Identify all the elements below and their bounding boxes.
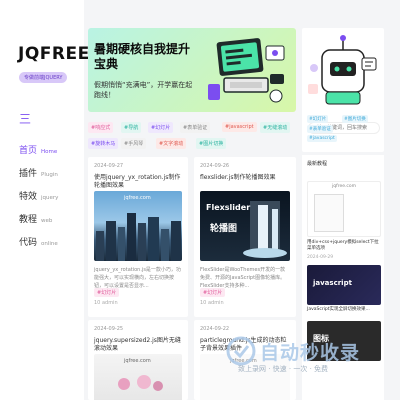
tag-item[interactable]: #javascript xyxy=(222,122,257,132)
card-image-caption: jqfree.com xyxy=(124,195,151,201)
nav-sublabel: jquery xyxy=(41,195,59,201)
nav-item-tutorial[interactable]: 教程 web xyxy=(19,212,58,235)
select-mockup xyxy=(314,194,344,232)
menu-toggle-icon[interactable]: 三 xyxy=(19,110,31,127)
nav-label: 首页 xyxy=(19,146,38,156)
nav-sublabel: Home xyxy=(41,149,58,155)
list-image-caption: javascript xyxy=(313,279,352,287)
card-tag[interactable]: #幻灯片 xyxy=(94,288,120,297)
card-meta: 10 admin xyxy=(200,300,224,306)
site-logo[interactable]: JQFREE xyxy=(18,44,90,64)
card-description: FlexSlider是WooThemes开发的一款免费、开源的JavaScrip… xyxy=(200,267,286,289)
card-image[interactable]: jqfree.com xyxy=(94,354,182,400)
card-date: 2024-09-22 xyxy=(200,326,230,332)
list-heading: 最新教程 xyxy=(307,161,328,167)
card-image-caption: Flexslider xyxy=(206,203,251,212)
card-description: jquery_yx_rotation.js是一款小巧，功能强大，可以实现横向，左… xyxy=(94,267,181,289)
card-date: 2024-09-25 xyxy=(94,326,124,332)
card-image-subcaption: 轮播图 xyxy=(210,224,238,234)
nav-label: 特效 xyxy=(19,192,38,202)
nav-label: 插件 xyxy=(19,169,38,179)
site-badge: 专做前端JQUERY xyxy=(19,72,68,83)
right-tag-item[interactable]: #表单验证 xyxy=(307,125,333,133)
card-title[interactable]: flexslider.js制作轮播图效果 xyxy=(200,174,290,182)
banner-subtitle: 假期悄悄“充满电”，开学赢在起跑线！ xyxy=(94,81,193,99)
card-date: 2024-09-27 xyxy=(94,163,124,169)
card-image[interactable]: jqfree.com xyxy=(94,191,182,261)
watermark-logo-icon xyxy=(226,336,256,366)
list-item-image[interactable]: javascript xyxy=(307,265,381,305)
nav-item-home[interactable]: 首页 Home xyxy=(19,143,58,166)
city-skyline-icon xyxy=(96,213,181,261)
promo-banner[interactable]: 暑期硬核自我提升宝典 假期悄悄“充满电”，开学赢在起跑线！ xyxy=(88,28,296,112)
watermark: 自动秒收录 致上录网 · 快速 · 一次 · 免费 xyxy=(226,336,396,386)
card-date: 2024-09-26 xyxy=(200,163,230,169)
nav-sublabel: web xyxy=(41,218,53,224)
nav-sublabel: Plugin xyxy=(41,172,58,178)
tag-item[interactable]: #幻灯片 xyxy=(148,122,174,133)
search-card xyxy=(302,28,384,152)
list-item-image[interactable]: jqfree.com xyxy=(307,181,381,237)
tag-item[interactable]: #图片切换 xyxy=(196,138,227,149)
banner-title: 暑期硬核自我提升宝典 xyxy=(94,42,191,71)
tag-item[interactable]: #无缝滚动 xyxy=(260,122,291,133)
tag-item[interactable]: #旋转木马 xyxy=(88,138,119,149)
list-image-caption: jqfree.com xyxy=(332,184,357,189)
article-card[interactable]: 2024-09-26 flexslider.js制作轮播图效果 Flexslid… xyxy=(194,157,296,317)
list-item-title[interactable]: JavaScript实现全屏切换效果... xyxy=(307,307,381,313)
tag-item[interactable]: #表单验证 xyxy=(180,122,211,133)
tag-item[interactable]: #手风琴 xyxy=(121,138,147,149)
nav-item-code[interactable]: 代码 online xyxy=(19,235,58,258)
flower-icon xyxy=(118,375,163,391)
nav-item-plugin[interactable]: 插件 Plugin xyxy=(19,166,58,189)
watermark-text: 自动秒收录 xyxy=(260,342,361,364)
watermark-subtext: 致上录网 · 快速 · 一次 · 免费 xyxy=(238,365,329,373)
nav-label: 教程 xyxy=(19,215,38,225)
card-title[interactable]: jquery.supersized2.js图片无缝滚动效果 xyxy=(94,337,182,353)
computer-illustration-icon xyxy=(208,38,285,103)
tag-item[interactable]: #导航 xyxy=(121,122,142,133)
robot-illustration-icon xyxy=(308,35,377,105)
main-nav: 首页 Home 插件 Plugin 特效 jquery 教程 web 代码 on… xyxy=(19,143,58,258)
card-title[interactable]: 使用jquery_yx_rotation.js制作轮播图效果 xyxy=(94,174,182,190)
list-item-date: 2024-09-29 xyxy=(307,255,334,260)
article-card[interactable]: 2024-09-25 jquery.supersized2.js图片无缝滚动效果… xyxy=(88,320,188,400)
card-image[interactable]: Flexslider 轮播图 xyxy=(200,191,290,261)
card-meta: 10 admin xyxy=(94,300,118,306)
right-tag-item[interactable]: #javascript xyxy=(307,135,337,142)
nav-label: 代码 xyxy=(19,238,38,248)
nav-item-effects[interactable]: 特效 jquery xyxy=(19,189,58,212)
article-card[interactable]: 2024-09-27 使用jquery_yx_rotation.js制作轮播图效… xyxy=(88,157,188,317)
card-tag[interactable]: #幻灯片 xyxy=(200,288,226,297)
sidebar: JQFREE 专做前端JQUERY 三 首页 Home 插件 Plugin 特效… xyxy=(0,0,89,400)
right-tag-item[interactable]: #幻灯片 xyxy=(307,115,329,123)
list-item-title[interactable]: 用div+css+jquery模拟select下拉菜单选项 xyxy=(307,240,381,252)
nav-sublabel: online xyxy=(41,241,58,247)
tag-cloud: #响应式 #导航 #幻灯片 #表单验证 #javascript #无缝滚动 #旋转木马 #手风… xyxy=(88,118,296,152)
tag-item[interactable]: #响应式 xyxy=(88,122,114,133)
tag-item[interactable]: #文字滚动 xyxy=(156,138,187,149)
right-tag-item[interactable]: #图片切换 xyxy=(342,115,368,123)
